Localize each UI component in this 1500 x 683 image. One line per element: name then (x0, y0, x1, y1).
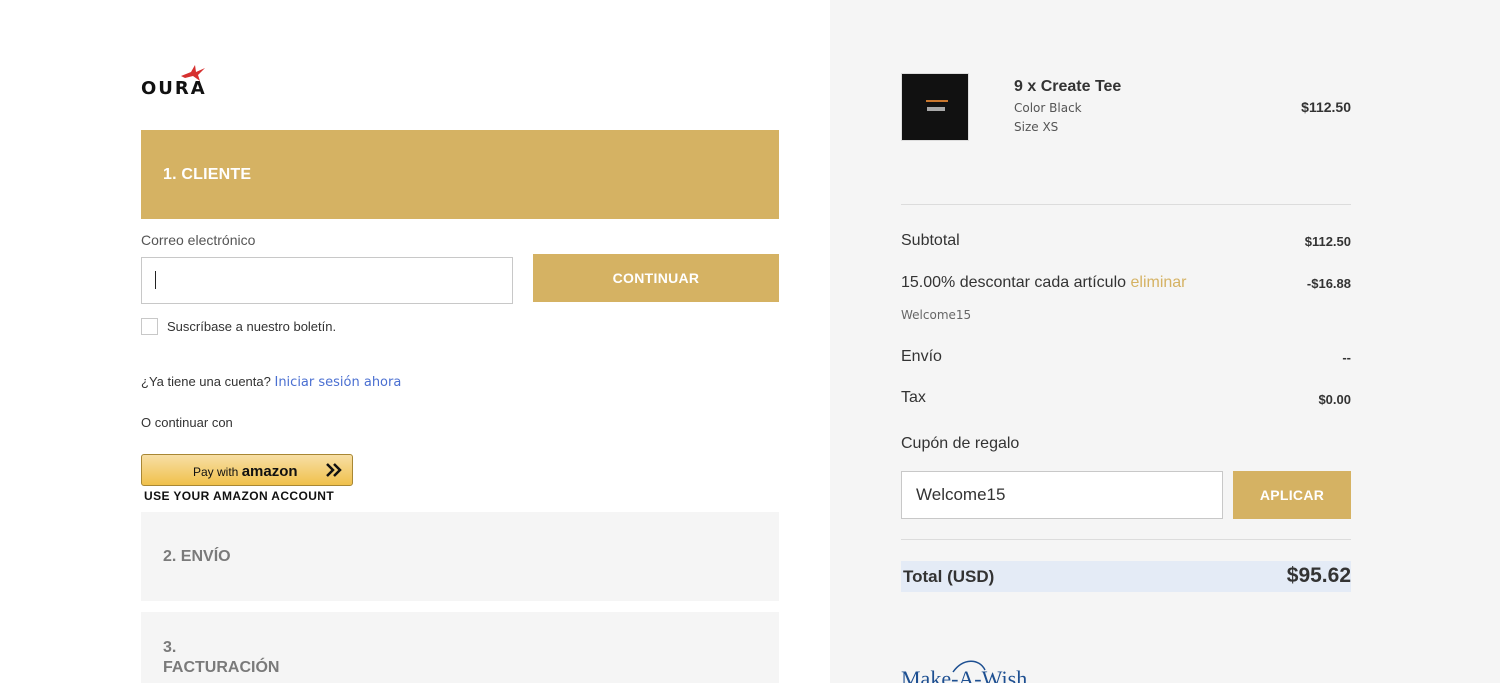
text-caret (155, 271, 156, 289)
brand-logo[interactable]: OURA (141, 64, 221, 100)
gift-coupon-input[interactable] (901, 471, 1223, 519)
summary-divider (901, 204, 1351, 205)
subtotal-value: $112.50 (1304, 234, 1351, 249)
shipping-value: -- (1342, 350, 1351, 365)
amazon-caption: USE YOUR AMAZON ACCOUNT (144, 489, 335, 503)
step-shipping[interactable]: 2. ENVÍO (141, 512, 779, 601)
account-question: ¿Ya tiene una cuenta? (141, 374, 271, 389)
newsletter-checkbox[interactable] (141, 318, 158, 335)
amazon-pay-button[interactable]: Pay with amazon (141, 454, 353, 486)
discount-label-row: 15.00% descontar cada artículo eliminar (901, 274, 1187, 292)
signin-link[interactable]: Iniciar sesión ahora (274, 375, 401, 390)
email-label: Correo electrónico (141, 232, 256, 248)
step-customer-title: 1. CLIENTE (163, 166, 252, 183)
account-prompt: ¿Ya tiene una cuenta? Iniciar sesión aho… (141, 374, 401, 390)
checkout-panel: OURA 1. CLIENTE Correo electrónico CONTI… (0, 0, 830, 683)
total-divider (901, 539, 1351, 540)
bird-icon (181, 65, 205, 81)
step-customer-header: 1. CLIENTE (141, 130, 779, 219)
amazon-brand: amazon (241, 463, 298, 480)
amazon-pay-with: Pay with (193, 465, 239, 479)
discount-label: 15.00% descontar cada artículo (901, 274, 1127, 291)
discount-value: -$16.88 (1306, 276, 1351, 291)
subtotal-label: Subtotal (901, 232, 960, 249)
total-label: Total (USD) (903, 567, 995, 586)
apply-coupon-button[interactable]: APLICAR (1233, 471, 1351, 519)
total-row: Total (USD) $95.62 (901, 561, 1351, 592)
make-a-wish-logo: Make-A-Wish (901, 660, 1027, 683)
newsletter-label: Suscríbase a nuestro boletín. (167, 319, 337, 334)
make-a-wish-logo-text: Make-A-Wish (901, 666, 1027, 683)
or-continue-label: O continuar con (141, 415, 233, 430)
remove-discount-link[interactable]: eliminar (1130, 274, 1186, 291)
step-billing-title: 3. FACTURACIÓN (163, 639, 280, 676)
step-shipping-title: 2. ENVÍO (163, 548, 231, 565)
gift-coupon-label: Cupón de regalo (901, 435, 1020, 452)
tax-label: Tax (901, 389, 926, 406)
step-billing[interactable]: 3. FACTURACIÓN (141, 612, 779, 683)
item-title: 9 x Create Tee (1014, 78, 1122, 95)
tax-value: $0.00 (1318, 392, 1351, 407)
shirt-print-text (927, 107, 945, 111)
product-thumbnail (901, 73, 969, 141)
total-value: $95.62 (1286, 564, 1351, 587)
item-price: $112.50 (1301, 99, 1351, 115)
item-size: Size XS (1014, 120, 1059, 134)
shipping-label: Envío (901, 348, 942, 365)
amazon-pay-text: Pay with amazon (193, 463, 298, 480)
email-input[interactable] (141, 257, 513, 304)
double-chevron-right-icon (326, 463, 342, 477)
continue-button[interactable]: CONTINUAR (533, 254, 779, 302)
discount-code: Welcome15 (901, 308, 972, 322)
item-color: Color Black (1014, 101, 1082, 115)
